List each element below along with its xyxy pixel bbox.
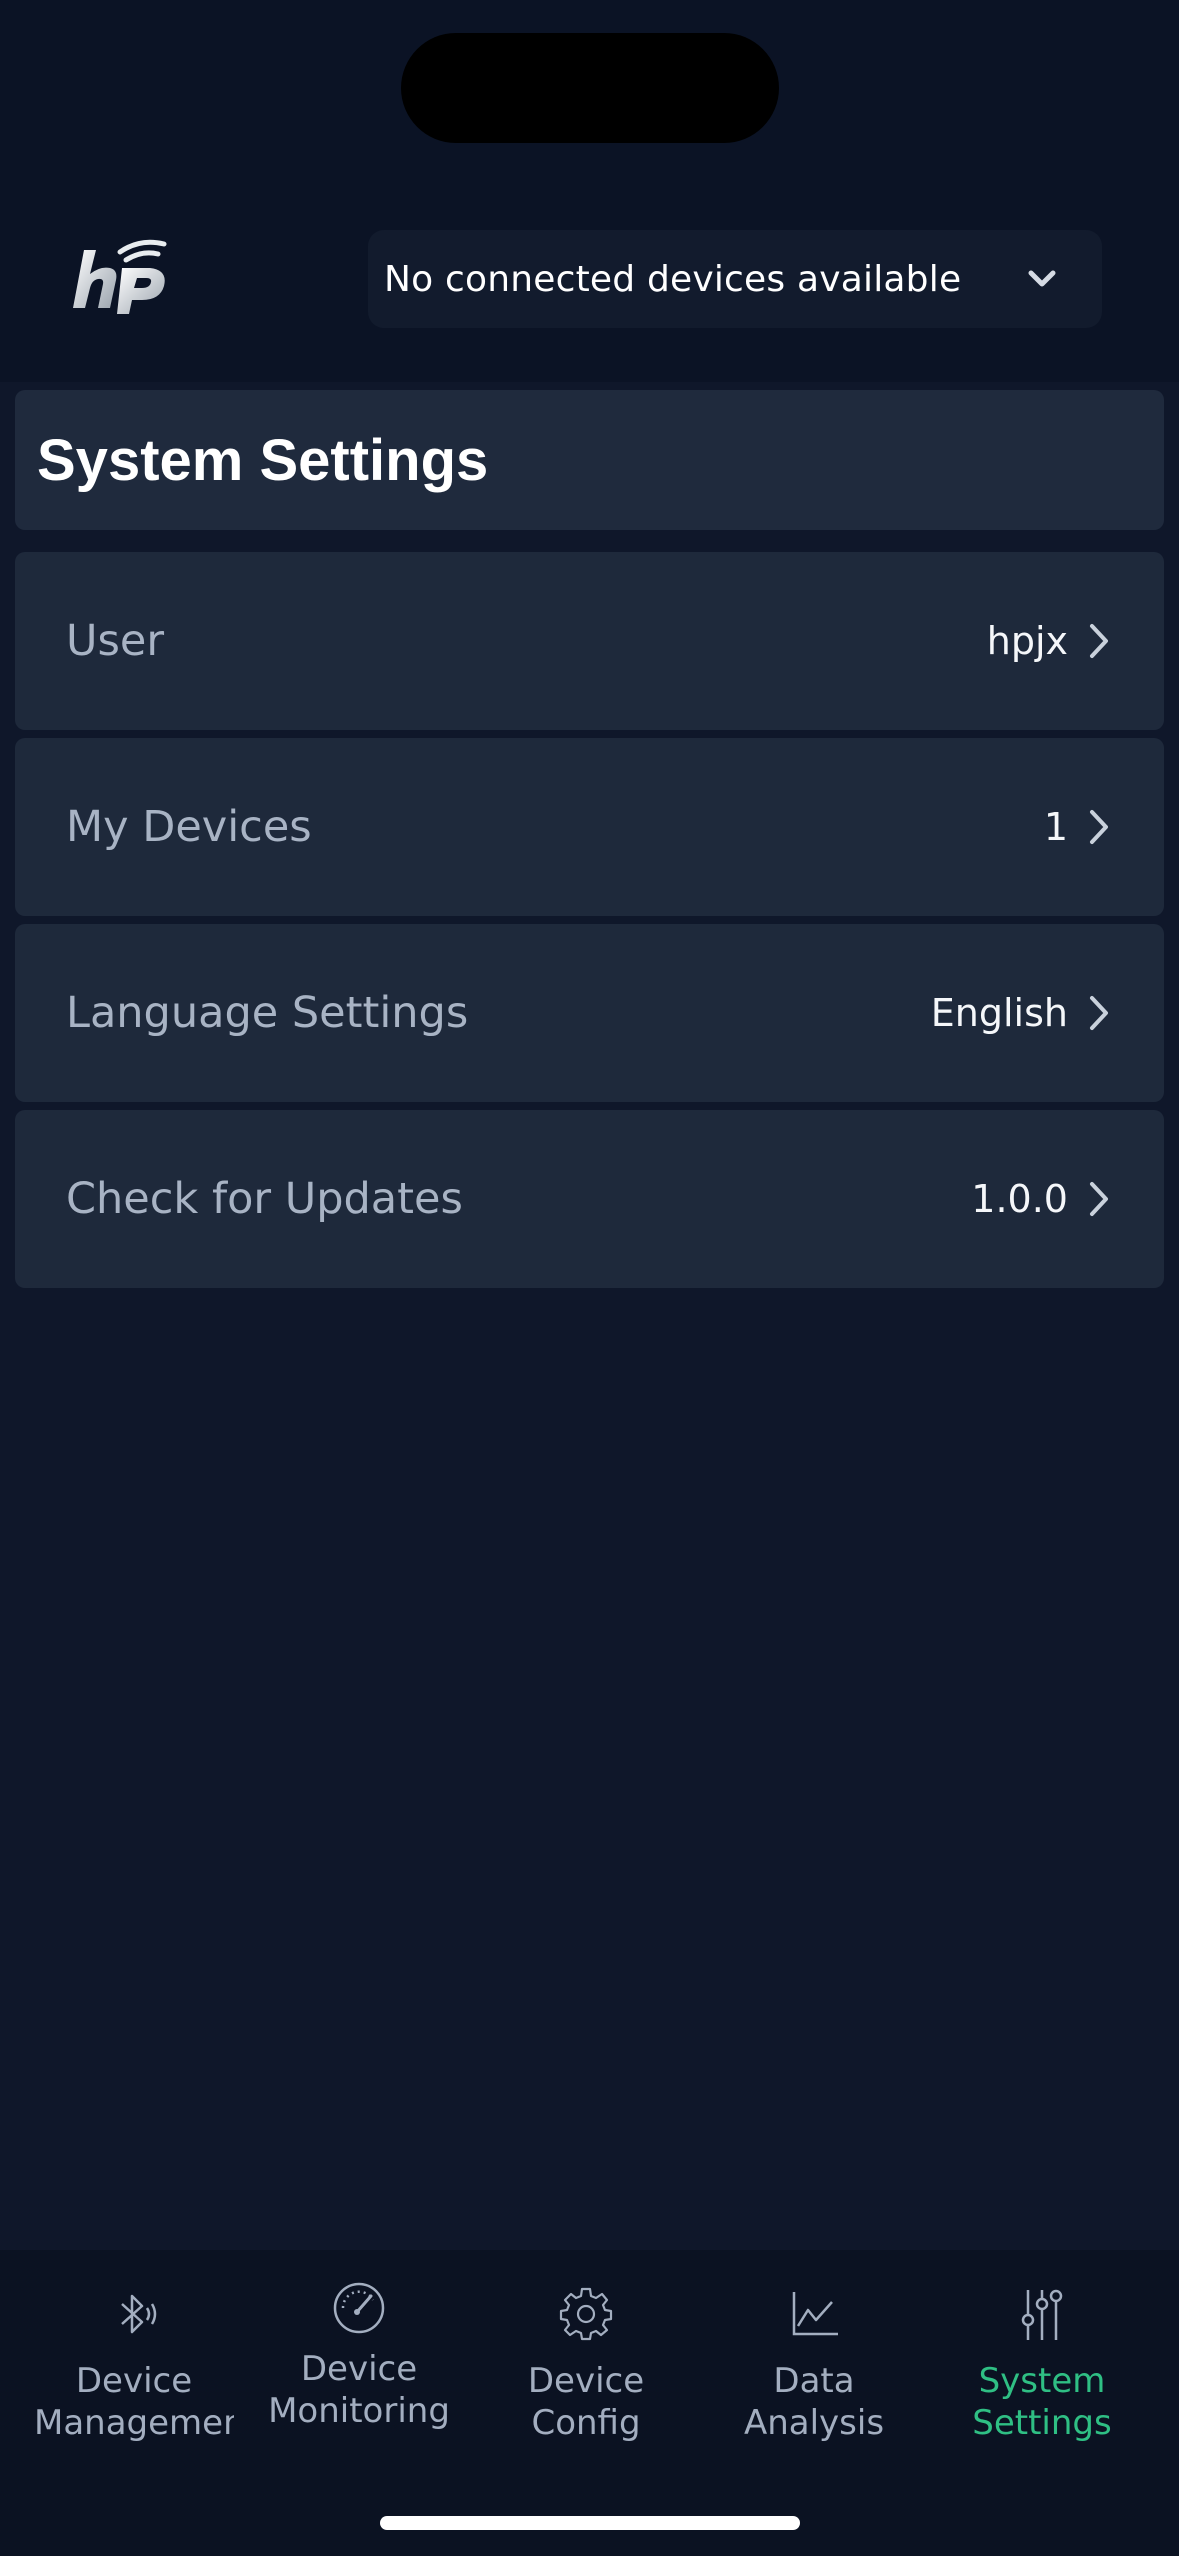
settings-row-my-devices[interactable]: My Devices 1 (15, 738, 1164, 916)
tab-label: Config (531, 2403, 641, 2443)
chevron-down-icon (1028, 270, 1056, 287)
settings-row-value: 1 (1043, 805, 1068, 849)
settings-row-language[interactable]: Language Settings English (15, 924, 1164, 1102)
tab-label: Analysis (743, 2403, 885, 2443)
settings-row-value: hpjx (986, 619, 1068, 663)
tab-label: Device (75, 2361, 193, 2401)
line-chart-icon (792, 2292, 838, 2336)
settings-row-label: User (66, 616, 165, 666)
chevron-right-icon (1090, 810, 1108, 844)
device-select-text: No connected devices available (384, 258, 962, 300)
home-indicator (380, 2516, 800, 2530)
page-title-card: System Settings (15, 390, 1164, 530)
settings-row-label: Language Settings (66, 988, 469, 1038)
settings-row-value: English (930, 991, 1068, 1035)
app-header: No connected devices available (0, 0, 1179, 382)
hp-wifi-logo-icon (73, 239, 167, 314)
chevron-right-icon (1090, 996, 1108, 1030)
settings-row-check-updates[interactable]: Check for Updates 1.0.0 (15, 1110, 1164, 1288)
tab-system-settings[interactable]: System Settings (928, 2250, 1156, 2480)
settings-row-label: Check for Updates (66, 1174, 463, 1224)
settings-row-label: My Devices (66, 802, 312, 852)
sliders-icon (1021, 2289, 1063, 2340)
gauge-icon (333, 2282, 385, 2334)
tab-label: Management (34, 2403, 234, 2443)
tab-label: Data (773, 2361, 855, 2401)
tab-label: System (978, 2361, 1106, 2401)
dynamic-island (401, 33, 779, 143)
gear-icon (559, 2287, 613, 2341)
tab-label: Monitoring (268, 2391, 450, 2431)
tab-data-analysis[interactable]: Data Analysis (700, 2250, 928, 2480)
tab-device-management[interactable]: Device Management (20, 2250, 248, 2480)
bluetooth-icon (121, 2294, 157, 2334)
tab-label: Device (300, 2349, 418, 2389)
tab-label: Settings (972, 2403, 1112, 2443)
settings-row-value: 1.0.0 (971, 1177, 1068, 1221)
settings-row-user[interactable]: User hpjx (15, 552, 1164, 730)
tab-device-config[interactable]: Device Config (472, 2250, 700, 2480)
bottom-tab-bar: Device Management Device Monitoring Devi… (0, 2250, 1179, 2556)
device-select-dropdown[interactable]: No connected devices available (368, 230, 1102, 328)
tab-label: Device (527, 2361, 645, 2401)
chevron-right-icon (1090, 624, 1108, 658)
page-title: System Settings (37, 427, 489, 493)
tab-device-monitoring[interactable]: Device Monitoring (245, 2250, 473, 2480)
chevron-right-icon (1090, 1182, 1108, 1216)
